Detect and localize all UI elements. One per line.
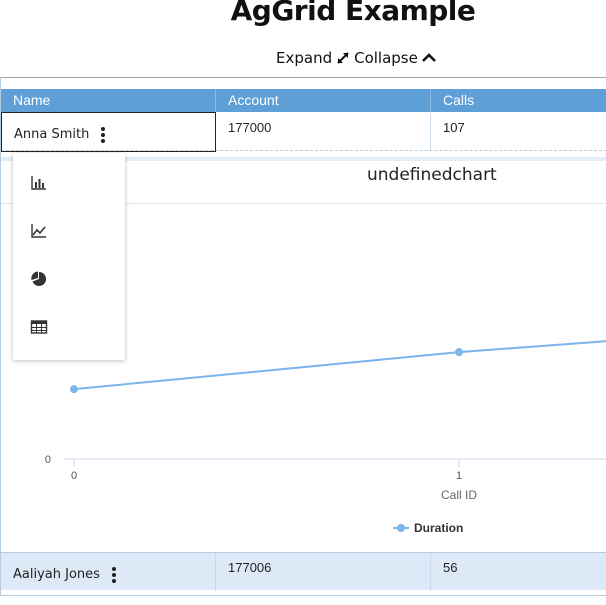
column-header-name[interactable]: Name (1, 89, 216, 112)
name-cell[interactable]: Anna Smith (1, 112, 216, 152)
table-icon[interactable] (27, 315, 51, 339)
chevron-up-icon (421, 53, 436, 62)
collapse-label: Collapse (354, 49, 418, 67)
account-cell: 177000 (216, 113, 431, 151)
name-value: Aaliyah Jones (13, 567, 100, 582)
table-row[interactable]: Anna Smith 177000 107 (1, 112, 606, 152)
bar-chart-icon[interactable] (27, 171, 51, 195)
more-vert-icon[interactable] (99, 127, 107, 145)
chart-type-menu (13, 153, 125, 360)
data-point (70, 385, 78, 394)
pie-chart-icon[interactable] (27, 267, 51, 291)
expand-icon (337, 52, 349, 64)
expand-collapse-controls: Expand Collapse (276, 49, 437, 67)
calls-cell: 56 (443, 560, 458, 575)
legend-label: Duration (414, 521, 463, 535)
page-title: AgGrid Example (230, 0, 476, 27)
legend-marker (397, 524, 405, 532)
collapse-button[interactable]: Collapse (354, 49, 437, 67)
column-header-account[interactable]: Account (216, 89, 431, 112)
table-row[interactable]: Aaliyah Jones 177006 56 (1, 552, 606, 591)
column-header-calls[interactable]: Calls (431, 89, 606, 112)
data-point (455, 348, 463, 357)
account-cell: 177006 (216, 553, 431, 591)
x-tick-label: 1 (456, 470, 462, 482)
name-value: Anna Smith (14, 127, 90, 142)
expand-button[interactable]: Expand (276, 49, 351, 67)
y-tick-label: 0 (45, 454, 51, 466)
name-cell[interactable]: Aaliyah Jones (1, 553, 216, 591)
series-line-duration (73, 340, 606, 391)
x-axis-title: Call ID (441, 488, 477, 502)
expand-label: Expand (276, 49, 333, 67)
calls-cell: 107 (443, 120, 465, 135)
grid-header: Name Account Calls (1, 89, 606, 112)
x-tick-label: 0 (71, 470, 77, 482)
more-vert-icon[interactable] (110, 567, 118, 585)
line-chart-icon[interactable] (27, 219, 51, 243)
